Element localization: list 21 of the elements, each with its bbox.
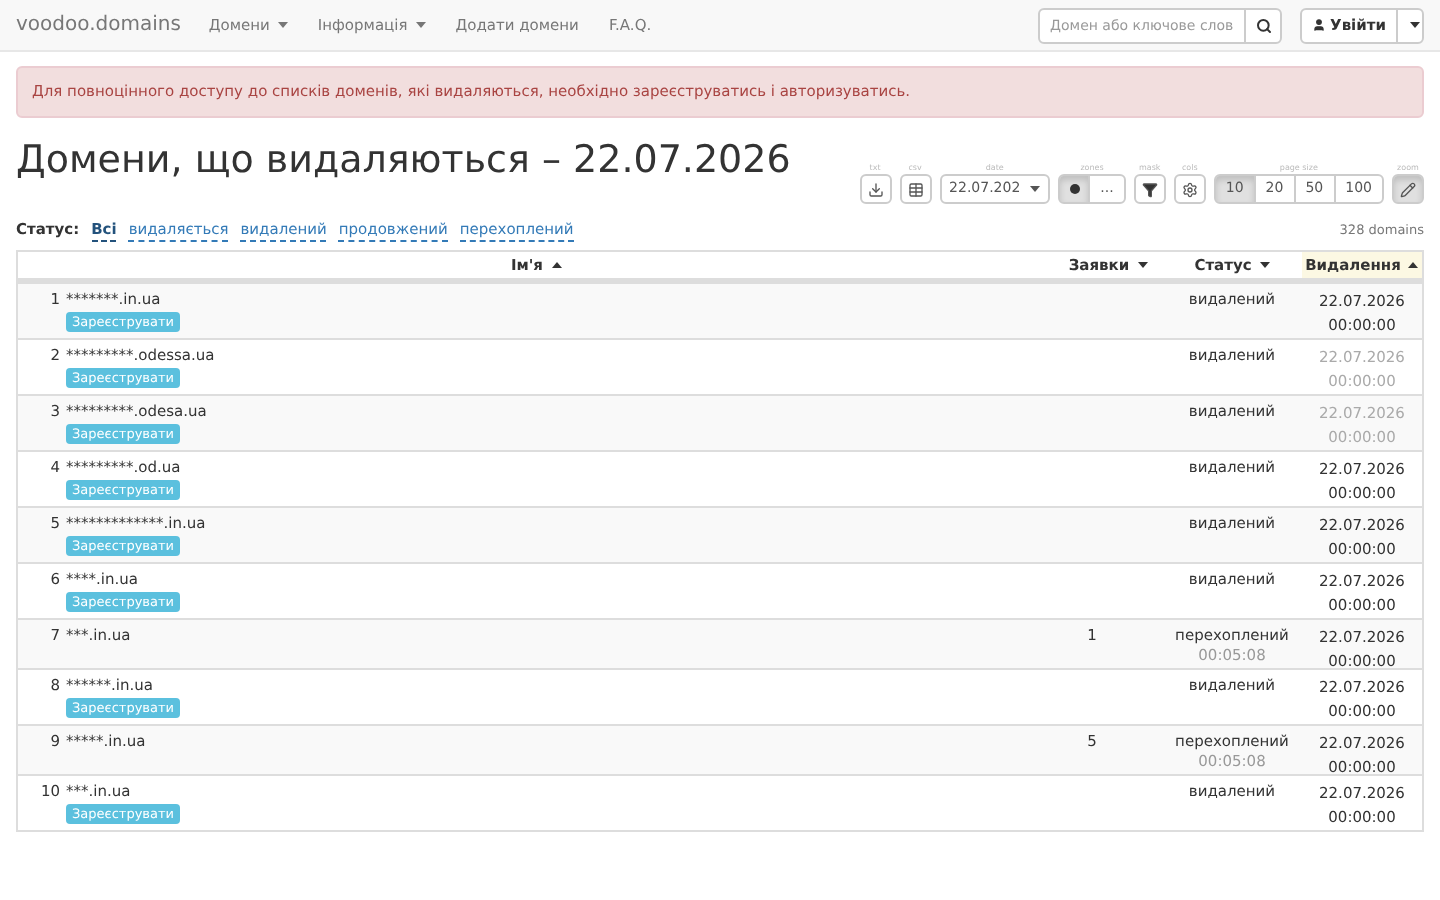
table-icon — [907, 181, 924, 197]
toolbar-button[interactable] — [1133, 174, 1166, 204]
login-dropdown-button[interactable] — [1396, 7, 1424, 43]
search-button[interactable] — [1244, 7, 1283, 43]
pencil-icon — [1400, 181, 1416, 197]
brand-link[interactable]: voodoo.domains — [16, 10, 181, 40]
filter-icon — [1141, 181, 1158, 197]
download-icon — [867, 181, 884, 197]
settings-icon — [1181, 181, 1198, 197]
toolbar-button[interactable] — [1173, 174, 1206, 204]
caret-icon — [1409, 22, 1419, 28]
caret-icon — [415, 22, 426, 28]
page-title: Домени, що видаляються – 22.07.2026 — [16, 136, 791, 184]
search-icon — [1255, 17, 1272, 33]
caret-icon — [1030, 186, 1041, 192]
caret-icon — [277, 22, 288, 28]
user-icon — [1312, 18, 1327, 32]
toolbar-button[interactable] — [1058, 174, 1091, 204]
toolbar-button[interactable] — [1392, 174, 1424, 204]
toolbar-button[interactable] — [899, 174, 932, 204]
dot-icon — [1069, 184, 1080, 194]
